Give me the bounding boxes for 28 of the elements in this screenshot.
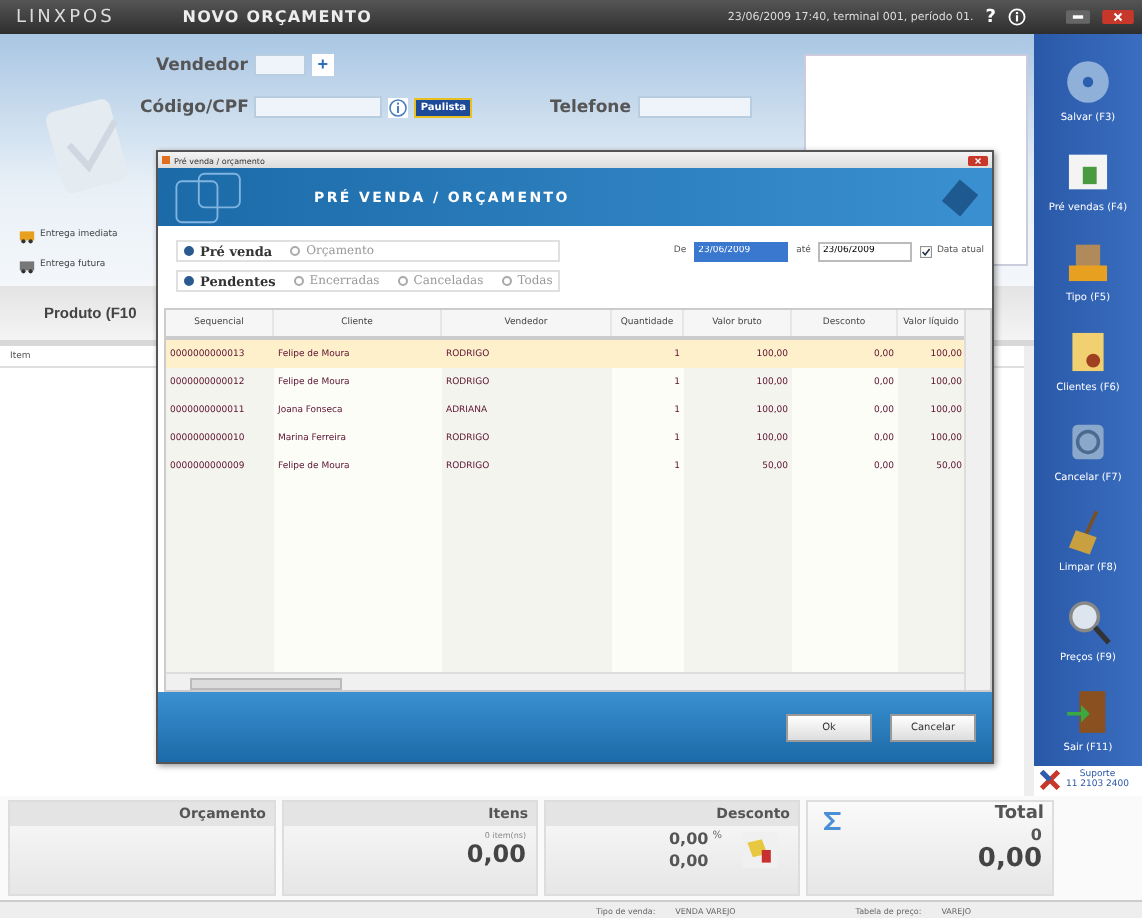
- discount-value: 0,00: [668, 852, 709, 870]
- telefone-label: Telefone: [550, 97, 631, 117]
- app-logo: LINXPOS: [16, 7, 115, 27]
- itens-value: 0,00: [466, 840, 526, 868]
- vendedor-field[interactable]: [253, 54, 306, 76]
- truck-icon: [18, 256, 36, 274]
- checkbox[interactable]: [920, 245, 933, 257]
- card-title: Total: [994, 804, 1044, 824]
- close-button[interactable]: [1102, 10, 1134, 24]
- discount-percent: 0,00: [668, 830, 709, 848]
- window-icon: [162, 156, 170, 164]
- total-count: 0: [1030, 826, 1042, 844]
- help-button[interactable]: ?: [985, 7, 996, 27]
- sigma-icon: [824, 810, 842, 832]
- support-logo-icon: [1040, 770, 1060, 791]
- codigo-field[interactable]: [254, 96, 383, 118]
- add-vendedor-button[interactable]: +: [311, 54, 334, 76]
- telefone-field[interactable]: [637, 96, 751, 118]
- minimize-button[interactable]: [1066, 10, 1090, 24]
- scroll-bar[interactable]: [964, 310, 990, 690]
- screen-title: NOVO ORÇAMENTO: [182, 8, 373, 26]
- scroll-bar[interactable]: [166, 672, 965, 690]
- disc-icon: [1061, 56, 1114, 109]
- codigo-label: Código/CPF: [140, 97, 249, 117]
- total-value: 0,00: [977, 844, 1042, 874]
- scroll-bar[interactable]: [1024, 346, 1034, 796]
- vendedor-label: Vendedor: [156, 55, 248, 75]
- close-button[interactable]: [968, 155, 988, 165]
